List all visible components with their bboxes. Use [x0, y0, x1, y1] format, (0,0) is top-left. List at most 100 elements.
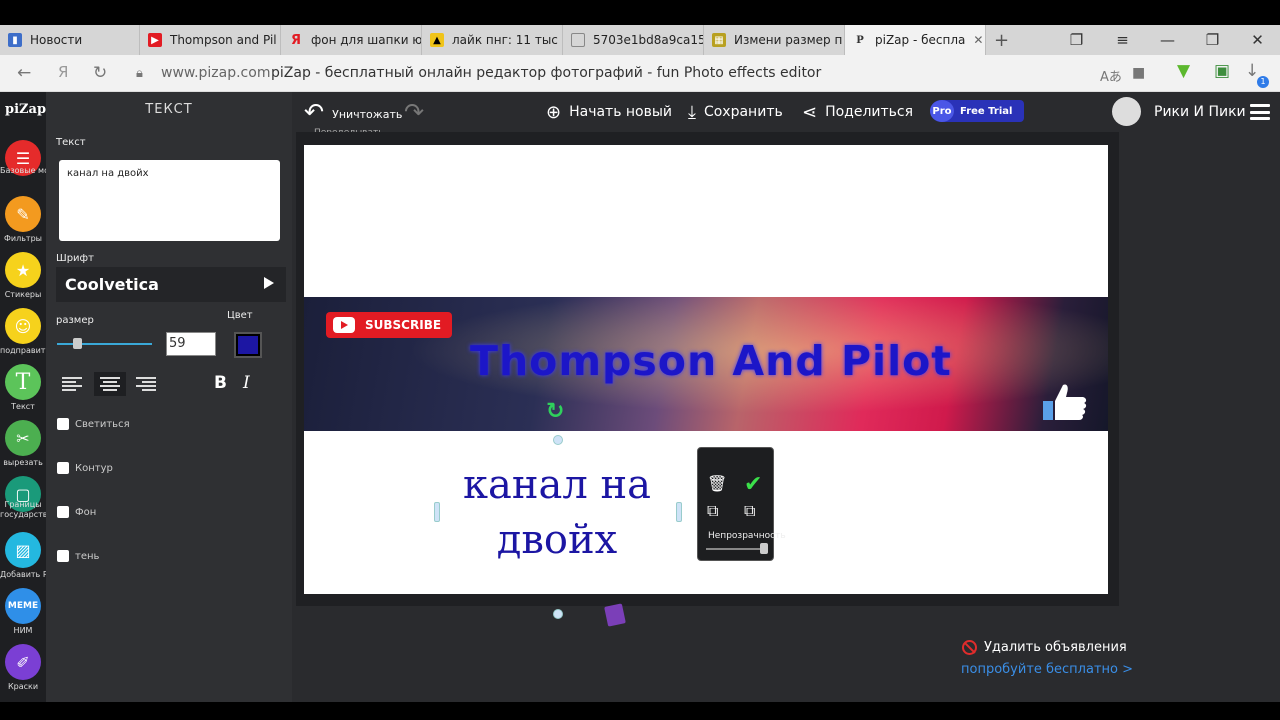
remove-ads[interactable]: Удалить объявления — [962, 640, 1127, 655]
opacity-label: Непрозрачность — [708, 531, 786, 541]
tab-youtube[interactable]: ▶ Thompson and Pil — [140, 25, 281, 55]
reload-icon[interactable]: ↻ — [93, 63, 107, 83]
avatar[interactable] — [1112, 97, 1141, 126]
redo-button[interactable]: ↷ — [404, 92, 432, 132]
text-input[interactable]: канал на двойх — [59, 160, 280, 241]
bookmark-icon[interactable]: ■ — [1132, 65, 1145, 81]
tab-news[interactable]: ▮ Новости — [0, 25, 140, 55]
selection-handle[interactable] — [676, 502, 682, 522]
new-label: Начать новый — [569, 104, 673, 120]
slider-handle[interactable] — [760, 543, 768, 554]
tool-text[interactable]: T Текст — [0, 364, 46, 411]
align-center-button[interactable] — [94, 372, 126, 396]
tab-document[interactable]: 5703e1bd8a9ca15 — [563, 25, 704, 55]
undo-button[interactable]: ↶ Уничтожать — [304, 92, 402, 132]
background-label: Фон — [75, 507, 97, 518]
minimize-icon[interactable]: — — [1145, 25, 1190, 55]
color-label: Цвет — [227, 310, 253, 321]
tool-basics[interactable]: ☰ Базовые модели — [0, 140, 70, 176]
background-checkbox[interactable] — [57, 506, 69, 518]
lock-icon: 🔒︎ — [136, 66, 143, 81]
send-backward-icon[interactable]: ⧉ — [744, 501, 755, 521]
tool-filters[interactable]: ✎ Фильтры — [0, 196, 46, 243]
align-right-button[interactable] — [130, 372, 162, 396]
hamburger-menu-icon[interactable] — [1250, 104, 1270, 120]
download-arrow-green-icon[interactable]: ▼ — [1177, 61, 1190, 81]
editing-canvas[interactable]: SUBSCRIBE Thompson And Pilot ↻ канал на … — [304, 145, 1108, 627]
subscribe-sticker[interactable]: SUBSCRIBE — [326, 312, 452, 338]
selection-handle[interactable] — [553, 435, 563, 445]
close-tab-icon[interactable]: ✕ — [973, 33, 983, 47]
new-button[interactable]: ⊕ Начать новый — [546, 92, 672, 132]
size-slider[interactable] — [57, 338, 152, 349]
free-trial-button[interactable]: Pro Free Trial — [930, 100, 1024, 122]
tool-meme[interactable]: MEME НИМ — [0, 588, 46, 635]
image-extension-icon[interactable]: ▣ — [1214, 61, 1230, 81]
tab-label: Thompson and Pil — [170, 33, 277, 47]
align-left-button[interactable] — [56, 372, 88, 396]
tool-add-pic[interactable]: ▨ Добавить Pic — [0, 532, 54, 579]
tool-borders[interactable]: ▢ Границы государств — [0, 476, 48, 520]
banner-title[interactable]: Thompson And Pilot — [470, 337, 952, 385]
pro-badge: Pro — [930, 100, 954, 122]
url-domain[interactable]: www.pizap.com — [161, 65, 270, 81]
tab-label: piZap - беспла — [875, 33, 966, 47]
banner-image[interactable]: SUBSCRIBE Thompson And Pilot — [304, 297, 1108, 431]
opacity-slider[interactable] — [706, 543, 768, 554]
resize-handle-icon[interactable] — [604, 603, 626, 627]
text-icon: T — [5, 364, 41, 400]
glow-checkbox[interactable] — [57, 418, 69, 430]
rotate-handle-icon[interactable]: ↻ — [546, 399, 564, 424]
share-icon: ⋖ — [802, 101, 818, 123]
save-button[interactable]: ⤓ Сохранить — [688, 92, 783, 132]
slider-handle[interactable] — [73, 338, 82, 349]
back-icon[interactable]: ← — [17, 63, 31, 83]
italic-button[interactable]: I — [243, 373, 250, 393]
color-picker[interactable] — [234, 332, 262, 358]
tool-touchup[interactable]: ☺ подправить — [0, 308, 50, 355]
chevron-right-icon — [264, 277, 274, 289]
selection-handle[interactable] — [434, 502, 440, 522]
font-value: Coolvetica — [65, 275, 159, 294]
checkmark-icon[interactable]: ✔ — [744, 472, 762, 497]
size-input[interactable]: 59 — [166, 332, 216, 356]
tool-paint[interactable]: ✐ Краски — [0, 644, 46, 691]
color-swatch — [238, 336, 258, 354]
youtube-icon: ▶ — [148, 33, 162, 47]
tab-label: Измени размер п — [734, 33, 843, 47]
trash-icon[interactable]: 🗑︎ — [707, 474, 727, 493]
download-icon: ⤓ — [688, 101, 696, 123]
bold-button[interactable]: B — [214, 373, 227, 393]
glow-label: Светиться — [75, 419, 130, 430]
tool-label: Стикеры — [4, 290, 42, 299]
magic-wand-icon: ✎ — [5, 196, 41, 232]
pizap-logo[interactable]: piZap — [5, 102, 46, 117]
tab-yandex[interactable]: Я фон для шапки ю — [281, 25, 422, 55]
close-window-icon[interactable]: ✕ — [1235, 25, 1280, 55]
text-layer[interactable]: канал на двойх — [442, 458, 672, 568]
plus-circle-icon: ⊕ — [546, 101, 562, 123]
bring-forward-icon[interactable]: ⧉ — [707, 501, 718, 521]
browser-menu-icon[interactable]: ≡ — [1100, 25, 1145, 55]
font-select[interactable]: Coolvetica — [56, 267, 286, 302]
share-button[interactable]: ⋖ Поделиться — [802, 92, 913, 132]
tab-pizap[interactable]: P piZap - беспла ✕ — [845, 25, 986, 55]
tabs-overview-icon[interactable]: ❐ — [1054, 25, 1099, 55]
tab-resize[interactable]: ▦ Измени размер п — [704, 25, 845, 55]
outline-checkbox[interactable] — [57, 462, 69, 474]
translate-icon[interactable]: Aあ — [1100, 66, 1122, 85]
shadow-checkbox[interactable] — [57, 550, 69, 562]
tool-stickers[interactable]: ★ Стикеры — [0, 252, 46, 299]
try-free-link[interactable]: попробуйте бесплатно > — [961, 662, 1133, 677]
tool-label: Краски — [7, 682, 39, 691]
selection-handle[interactable] — [553, 609, 563, 619]
layer-context-menu: 🗑︎ ✔ ⧉ ⧉ Непрозрачность — [697, 447, 786, 561]
tab-like-png[interactable]: ▲ лайк пнг: 11 тыс и — [422, 25, 563, 55]
yandex-home-icon[interactable]: Я — [58, 63, 68, 81]
thumbs-up-icon[interactable] — [1041, 381, 1089, 421]
user-name[interactable]: Рики И Пики — [1154, 92, 1246, 132]
tool-cutout[interactable]: ✂ вырезать — [0, 420, 46, 467]
maximize-icon[interactable]: ❐ — [1190, 25, 1235, 55]
url-page-title[interactable]: piZap - бесплатный онлайн редактор фотог… — [271, 65, 821, 81]
new-tab-button[interactable]: + — [986, 25, 1016, 55]
